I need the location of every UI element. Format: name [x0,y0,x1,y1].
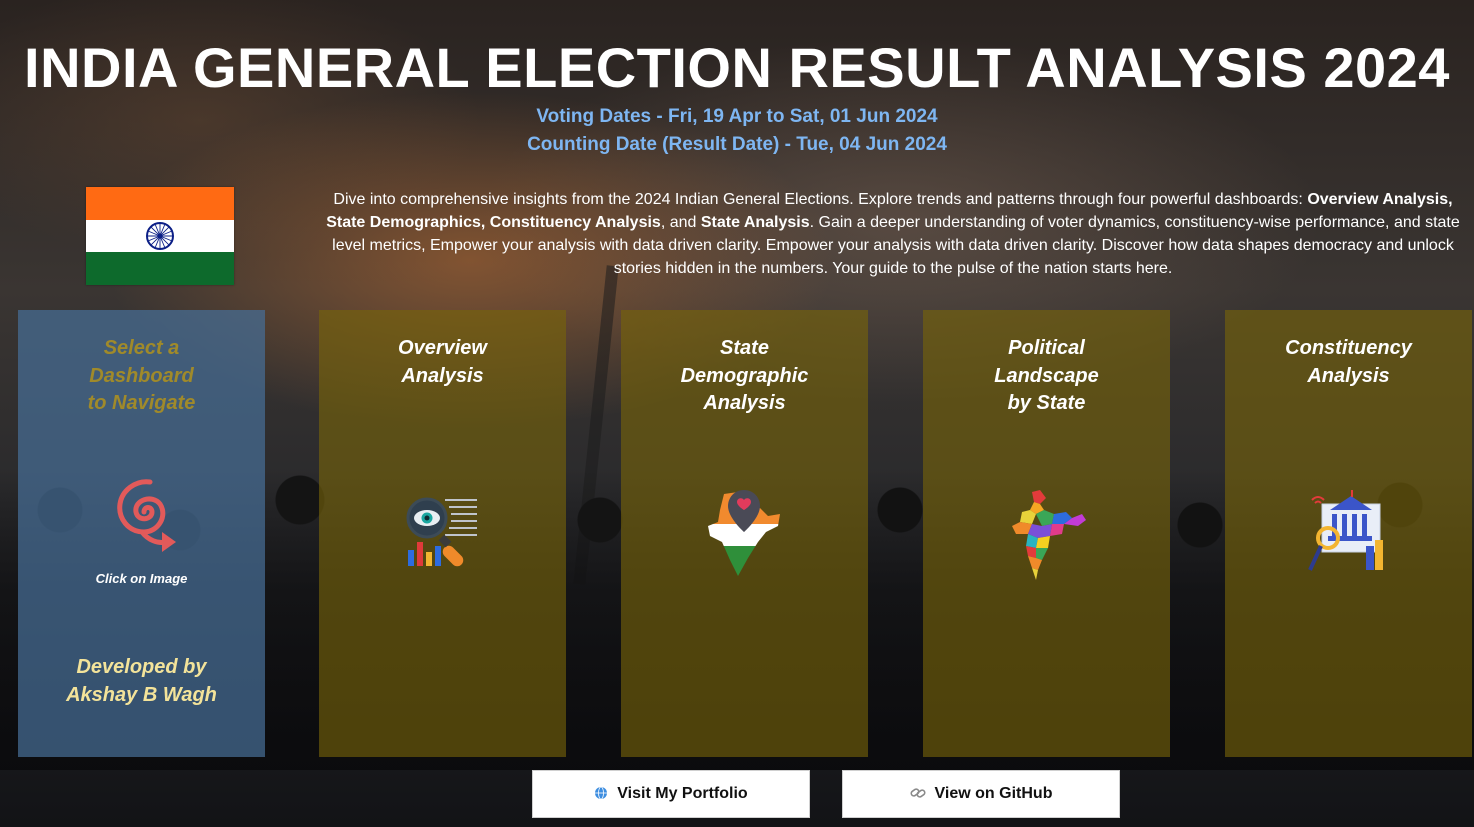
visit-portfolio-button[interactable]: Visit My Portfolio [532,770,810,818]
dashboard-card-state-demographic[interactable]: State Demographic Analysis [621,310,868,757]
voting-dates: Voting Dates - Fri, 19 Apr to Sat, 01 Ju… [536,106,938,127]
link-icon [910,786,926,803]
dashboard-card-political-landscape[interactable]: Political Landscape by State [923,310,1170,757]
view-github-button[interactable]: View on GitHub [842,770,1120,818]
intro-description: Dive into comprehensive insights from th… [326,191,1460,277]
dashboard-card-constituency[interactable]: Constituency Analysis [1225,310,1472,757]
visit-portfolio-label: Visit My Portfolio [617,785,748,802]
view-github-label: View on GitHub [934,785,1053,802]
dashboard-title: Constituency Analysis [1285,337,1412,387]
nav-panel-title: Select a Dashboard to Navigate [87,337,196,414]
magnifier-chart-icon[interactable] [405,496,481,570]
click-on-image-label: Click on Image [95,571,188,586]
dashboard-title: Political Landscape by State [994,337,1099,414]
dashboard-title: Overview Analysis [398,337,487,387]
nav-panel: Select a Dashboard to Navigate Click on … [18,310,265,757]
government-building-icon[interactable] [1306,490,1392,576]
counting-date: Counting Date (Result Date) - Tue, 04 Ju… [527,134,947,155]
developer-credit: Developed by Akshay B Wagh [66,656,217,706]
globe-icon [594,786,608,803]
india-states-map-icon[interactable] [1006,488,1088,582]
dashboard-title: State Demographic Analysis [680,337,809,414]
spiral-arrow-icon[interactable] [102,468,182,556]
india-flag-icon [86,187,234,285]
page-title: INDIA GENERAL ELECTION RESULT ANALYSIS 2… [24,36,1450,99]
dashboard-card-overview[interactable]: Overview Analysis [319,310,566,757]
india-map-pin-icon[interactable] [704,486,786,578]
